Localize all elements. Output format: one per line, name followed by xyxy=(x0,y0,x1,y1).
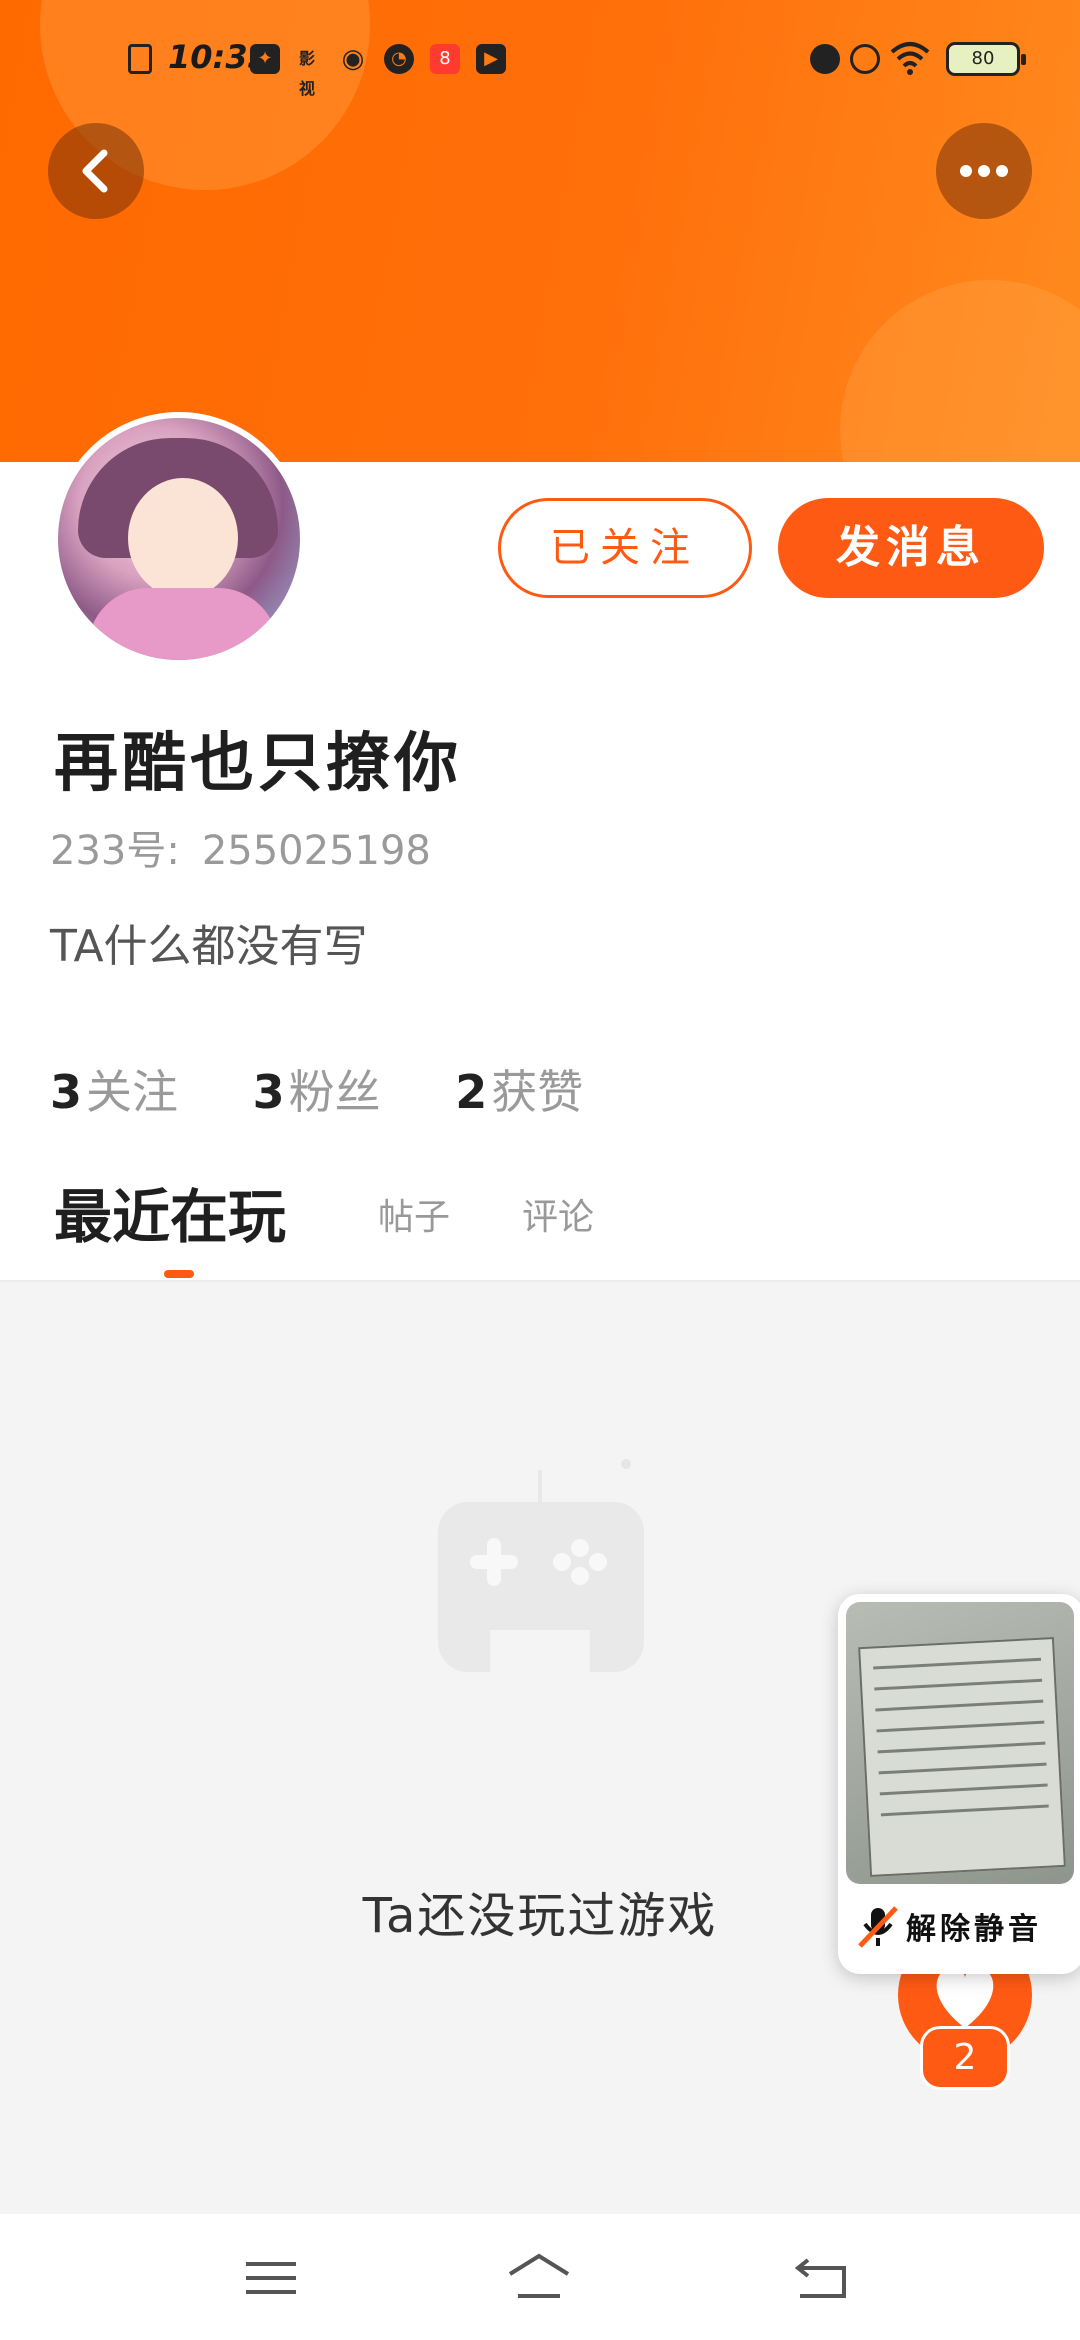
banner-decoration xyxy=(840,280,1080,462)
home-icon[interactable] xyxy=(504,2248,574,2308)
system-nav-bar xyxy=(0,2214,1080,2340)
floating-video-card[interactable]: 解除静音 xyxy=(838,1594,1080,1974)
avatar[interactable] xyxy=(52,412,306,666)
more-button[interactable] xyxy=(936,123,1032,219)
like-count-badge: 2 xyxy=(920,2026,1010,2090)
video-app-icon: 影视 xyxy=(298,49,315,98)
profile-tabs: 最近在玩 帖子 评论 xyxy=(54,1176,1054,1286)
more-dots-icon xyxy=(960,165,1008,177)
battery-icon: 80 xyxy=(946,42,1026,76)
mute-notification-icon xyxy=(850,44,880,74)
play-icon: ▶ xyxy=(476,44,506,74)
alarm-icon xyxy=(810,44,840,74)
tab-recent-games[interactable]: 最近在玩 xyxy=(54,1170,286,1254)
app-icon: ✦ xyxy=(250,44,280,74)
back-icon[interactable] xyxy=(788,2248,858,2308)
weibo-icon: ◉ xyxy=(341,44,365,74)
bio: TA什么都没有写 xyxy=(50,921,368,972)
tab-posts[interactable]: 帖子 xyxy=(378,1188,450,1240)
app-store-icon: 8 xyxy=(430,44,460,74)
mic-off-icon xyxy=(858,1906,898,1948)
menu-icon[interactable] xyxy=(236,2248,306,2308)
unmute-button[interactable]: 解除静音 xyxy=(848,1896,1074,1956)
send-message-button[interactable]: 发消息 xyxy=(778,498,1044,598)
profile-stats: 3关注 3粉丝 2获赞 xyxy=(50,1056,643,1122)
user-id: 233号: 255025198 xyxy=(50,818,453,876)
chevron-left-icon xyxy=(82,149,108,193)
user-id-value: 255025198 xyxy=(201,828,431,874)
unmute-label: 解除静音 xyxy=(906,1912,1042,1947)
speed-icon: ◔ xyxy=(384,44,414,74)
followed-button[interactable]: 已关注 xyxy=(498,498,752,598)
stat-following[interactable]: 3关注 xyxy=(50,1056,178,1122)
tab-indicator xyxy=(164,1270,194,1278)
status-bar: 10:35 ✦ 影视 ◉ ◔ 8 ▶ 80 xyxy=(0,0,1080,120)
wifi-icon xyxy=(890,42,930,75)
gamepad-icon xyxy=(438,1459,644,1680)
sim-icon xyxy=(128,44,152,74)
stat-likes[interactable]: 2获赞 xyxy=(455,1056,583,1122)
user-id-label: 233号: xyxy=(50,828,180,874)
username: 再酷也只撩你 xyxy=(54,727,462,801)
stat-fans[interactable]: 3粉丝 xyxy=(253,1056,381,1122)
back-button[interactable] xyxy=(48,123,144,219)
tab-comments[interactable]: 评论 xyxy=(522,1188,594,1240)
video-thumbnail[interactable] xyxy=(846,1602,1074,1884)
